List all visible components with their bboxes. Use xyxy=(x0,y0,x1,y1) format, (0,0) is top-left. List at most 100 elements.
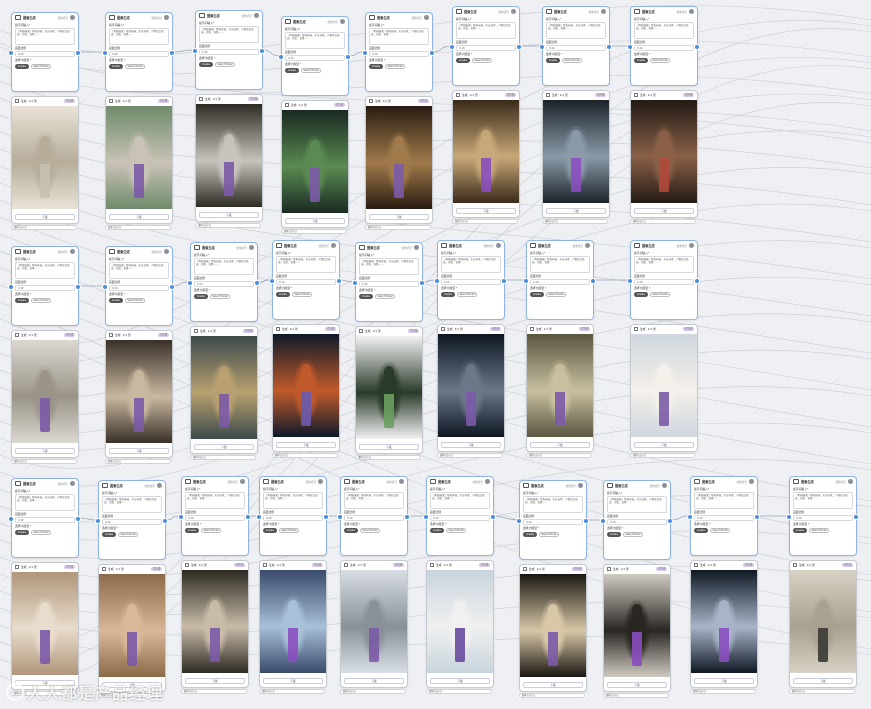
output-port[interactable] xyxy=(490,514,496,520)
select-model-button[interactable]: Select Model xyxy=(31,298,51,303)
prompt-input[interactable]: （风格描述）紫色丝袜、东方元素、人物站立姿态、光影、背景…… xyxy=(15,262,75,279)
generated-image[interactable] xyxy=(260,570,326,673)
avatar[interactable] xyxy=(689,9,694,14)
select-checkbox[interactable] xyxy=(109,333,113,337)
prompt-card[interactable]: 图像生成 图像模型 提示词输入* （风格描述）紫色丝袜、东方元素、人物站立姿态、光影、… xyxy=(272,240,340,320)
generated-image[interactable] xyxy=(191,336,257,439)
download-button[interactable]: 下载 xyxy=(523,682,583,688)
output-port[interactable] xyxy=(516,44,522,50)
ratio-select[interactable]: 9:16 xyxy=(430,515,490,521)
generated-image[interactable] xyxy=(631,334,697,437)
output-port[interactable] xyxy=(169,284,175,290)
output-port[interactable] xyxy=(254,280,260,286)
generate-button[interactable]: Create xyxy=(109,64,123,69)
image-result-card[interactable]: 生成 1/1 张 已生成 下载 xyxy=(105,330,173,458)
generate-button[interactable]: Create xyxy=(369,64,383,69)
avatar[interactable] xyxy=(585,243,590,248)
input-port[interactable] xyxy=(102,50,108,56)
prompt-card[interactable]: 图像生成 图像模型 提示词输入* （风格描述）紫色丝袜、东方元素、人物站立姿态、光影、… xyxy=(426,476,494,556)
prompt-input[interactable]: （风格描述）紫色丝袜、东方元素、人物站立姿态、光影、背景…… xyxy=(546,22,606,39)
generate-button[interactable]: Create xyxy=(102,532,116,537)
generated-image[interactable] xyxy=(282,110,348,213)
download-button[interactable]: 下载 xyxy=(344,678,404,684)
select-checkbox[interactable] xyxy=(276,327,280,331)
generated-image[interactable] xyxy=(790,570,856,673)
image-result-card[interactable]: 生成 1/1 张 已生成 下载 xyxy=(789,560,857,688)
prompt-card[interactable]: 图像生成 图像模型 提示词输入* （风格描述）紫色丝袜、东方元素、人物站立姿态、光影、… xyxy=(11,246,79,326)
generated-image[interactable] xyxy=(356,336,422,439)
avatar[interactable] xyxy=(414,245,419,250)
ratio-select[interactable]: 9:16 xyxy=(15,285,75,291)
output-port[interactable] xyxy=(590,278,596,284)
avatar[interactable] xyxy=(662,483,667,488)
generate-button[interactable]: Create xyxy=(523,532,537,537)
image-result-card[interactable]: 生成 1/1 张 已生成 下载 xyxy=(690,560,758,688)
ratio-select[interactable]: 9:16 xyxy=(607,519,667,525)
generate-button[interactable]: Create xyxy=(285,68,299,73)
prompt-input[interactable]: （风格描述）紫色丝袜、东方元素、人物站立姿态、光影、背景…… xyxy=(263,492,323,509)
image-result-card[interactable]: 生成 1/1 张 已生成 下载 xyxy=(365,96,433,224)
generate-button[interactable]: Create xyxy=(441,292,455,297)
prompt-input[interactable]: （风格描述）紫色丝袜、东方元素、人物站立姿态、光影、背景…… xyxy=(185,492,245,509)
download-button[interactable]: 下载 xyxy=(634,208,694,214)
ratio-select[interactable]: 9:16 xyxy=(359,281,419,287)
output-port[interactable] xyxy=(694,44,700,50)
generated-image[interactable] xyxy=(691,570,757,673)
select-model-button[interactable]: Select Model xyxy=(360,528,380,533)
download-button[interactable]: 下载 xyxy=(441,442,501,448)
generate-button[interactable]: Create xyxy=(344,528,358,533)
download-button[interactable]: 下载 xyxy=(185,678,245,684)
generated-image[interactable] xyxy=(453,100,519,203)
input-port[interactable] xyxy=(187,280,193,286)
select-checkbox[interactable] xyxy=(694,563,698,567)
prompt-input[interactable]: （风格描述）紫色丝袜、东方元素、人物站立姿态、光影、背景…… xyxy=(456,22,516,39)
generate-button[interactable]: Create xyxy=(263,528,277,533)
image-result-card[interactable]: 生成 1/1 张 已生成 下载 xyxy=(259,560,327,688)
generate-button[interactable]: Create xyxy=(199,62,213,67)
download-button[interactable]: 下载 xyxy=(369,214,429,220)
input-port[interactable] xyxy=(337,514,343,520)
prompt-input[interactable]: （风格描述）紫色丝袜、东方元素、人物站立姿态、光影、背景…… xyxy=(793,492,853,509)
select-checkbox[interactable] xyxy=(15,565,19,569)
output-port[interactable] xyxy=(754,514,760,520)
select-model-button[interactable]: Select Model xyxy=(125,298,145,303)
prompt-card[interactable]: 图像生成 图像模型 提示词输入* （风格描述）紫色丝袜、东方元素、人物站立姿态、光影、… xyxy=(452,6,520,86)
select-model-button[interactable]: Select Model xyxy=(292,292,312,297)
prompt-input[interactable]: （风格描述）紫色丝袜、东方元素、人物站立姿态、光影、背景…… xyxy=(199,26,259,43)
prompt-card[interactable]: 图像生成 图像模型 提示词输入* （风格描述）紫色丝袜、东方元素、人物站立姿态、光影、… xyxy=(690,476,758,556)
generate-button[interactable]: Create xyxy=(546,58,560,63)
image-result-card[interactable]: 生成 1/1 张 已生成 下载 xyxy=(11,330,79,458)
generated-image[interactable] xyxy=(631,100,697,203)
avatar[interactable] xyxy=(70,249,75,254)
output-port[interactable] xyxy=(667,518,673,524)
image-result-card[interactable]: 生成 1/1 张 已生成 下载 xyxy=(272,324,340,452)
avatar[interactable] xyxy=(240,479,245,484)
image-result-card[interactable]: 生成 1/1 张 已生成 下载 xyxy=(355,326,423,454)
output-port[interactable] xyxy=(75,50,81,56)
input-port[interactable] xyxy=(523,278,529,284)
prompt-card[interactable]: 图像生成 图像模型 提示词输入* （风格描述）紫色丝袜、东方元素、人物站立姿态、光影、… xyxy=(365,12,433,92)
image-result-card[interactable]: 生成 1/1 张 已生成 下载 xyxy=(11,96,79,224)
select-checkbox[interactable] xyxy=(634,327,638,331)
avatar[interactable] xyxy=(157,483,162,488)
avatar[interactable] xyxy=(70,15,75,20)
select-checkbox[interactable] xyxy=(634,93,638,97)
image-result-card[interactable]: 生成 1/1 张 已生成 下载 xyxy=(630,90,698,218)
input-port[interactable] xyxy=(8,50,14,56)
prompt-card[interactable]: 图像生成 图像模型 提示词输入* （风格描述）紫色丝袜、东方元素、人物站立姿态、光影、… xyxy=(519,480,587,560)
select-model-button[interactable]: Select Model xyxy=(472,58,492,63)
prompt-input[interactable]: （风格描述）紫色丝袜、东方元素、人物站立姿态、光影、背景…… xyxy=(694,492,754,509)
output-port[interactable] xyxy=(501,278,507,284)
generate-button[interactable]: Create xyxy=(15,530,29,535)
input-port[interactable] xyxy=(423,514,429,520)
download-button[interactable]: 下载 xyxy=(456,208,516,214)
select-model-button[interactable]: Select Model xyxy=(31,530,51,535)
download-button[interactable]: 下载 xyxy=(15,214,75,220)
avatar[interactable] xyxy=(749,479,754,484)
download-button[interactable]: 下载 xyxy=(607,682,667,688)
prompt-input[interactable]: （风格描述）紫色丝袜、东方元素、人物站立姿态、光影、背景…… xyxy=(634,22,694,39)
prompt-input[interactable]: （风格描述）紫色丝袜、东方元素、人物站立姿态、光影、背景…… xyxy=(359,258,419,275)
select-model-button[interactable]: Select Model xyxy=(457,292,477,297)
select-checkbox[interactable] xyxy=(263,563,267,567)
prompt-input[interactable]: （风格描述）紫色丝袜、东方元素、人物站立姿态、光影、背景…… xyxy=(430,492,490,509)
